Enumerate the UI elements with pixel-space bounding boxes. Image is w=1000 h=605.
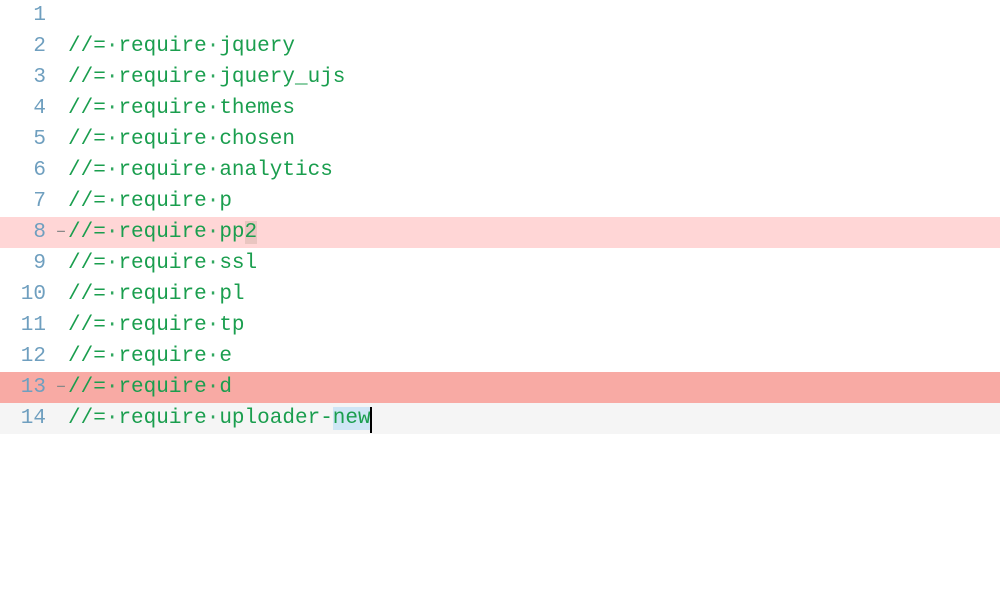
code-line[interactable]: 6 //=·require·analytics xyxy=(0,155,1000,186)
code-line[interactable]: 2 //=·require·jquery xyxy=(0,31,1000,62)
line-number: 8 xyxy=(0,217,54,248)
line-number: 9 xyxy=(0,248,54,279)
text-cursor xyxy=(370,407,372,433)
code-line[interactable]: 3 //=·require·jquery_ujs xyxy=(0,62,1000,93)
line-number: 11 xyxy=(0,310,54,341)
code-text[interactable]: //=·require·chosen xyxy=(68,124,1000,155)
line-number: 3 xyxy=(0,62,54,93)
diff-marker-icon: – xyxy=(54,217,68,248)
code-editor[interactable]: 12 //=·require·jquery 3 //=·require·jquery_… xyxy=(0,0,1000,434)
line-number: 2 xyxy=(0,31,54,62)
line-number: 12 xyxy=(0,341,54,372)
code-line[interactable]: 4 //=·require·themes xyxy=(0,93,1000,124)
code-line[interactable]: 14 //=·require·uploader-new xyxy=(0,403,1000,434)
code-text[interactable]: //=·require·pp2 xyxy=(68,217,1000,248)
code-text[interactable]: //=·require·jquery xyxy=(68,31,1000,62)
code-text[interactable]: //=·require·tp xyxy=(68,310,1000,341)
code-line[interactable]: 7 //=·require·p xyxy=(0,186,1000,217)
line-number: 6 xyxy=(0,155,54,186)
line-number: 13 xyxy=(0,372,54,403)
code-line[interactable]: 5 //=·require·chosen xyxy=(0,124,1000,155)
code-line[interactable]: 11 //=·require·tp xyxy=(0,310,1000,341)
code-text[interactable]: //=·require·jquery_ujs xyxy=(68,62,1000,93)
code-line[interactable]: 1 xyxy=(0,0,1000,31)
line-number: 7 xyxy=(0,186,54,217)
code-text[interactable]: //=·require·analytics xyxy=(68,155,1000,186)
code-line[interactable]: 10 //=·require·pl xyxy=(0,279,1000,310)
code-text[interactable]: //=·require·ssl xyxy=(68,248,1000,279)
code-text[interactable]: //=·require·e xyxy=(68,341,1000,372)
line-number: 10 xyxy=(0,279,54,310)
code-line[interactable]: 8–//=·require·pp2 xyxy=(0,217,1000,248)
line-number: 4 xyxy=(0,93,54,124)
code-text[interactable]: //=·require·pl xyxy=(68,279,1000,310)
code-text[interactable]: //=·require·p xyxy=(68,186,1000,217)
diff-marker-icon: – xyxy=(54,372,68,403)
code-line[interactable]: 12 //=·require·e xyxy=(0,341,1000,372)
code-line[interactable]: 13–//=·require·d xyxy=(0,372,1000,403)
code-text[interactable]: //=·require·themes xyxy=(68,93,1000,124)
code-text[interactable]: //=·require·uploader-new xyxy=(68,403,1000,434)
code-text[interactable]: //=·require·d xyxy=(68,372,1000,403)
line-number: 14 xyxy=(0,403,54,434)
line-number: 5 xyxy=(0,124,54,155)
line-number: 1 xyxy=(0,0,54,31)
code-line[interactable]: 9 //=·require·ssl xyxy=(0,248,1000,279)
